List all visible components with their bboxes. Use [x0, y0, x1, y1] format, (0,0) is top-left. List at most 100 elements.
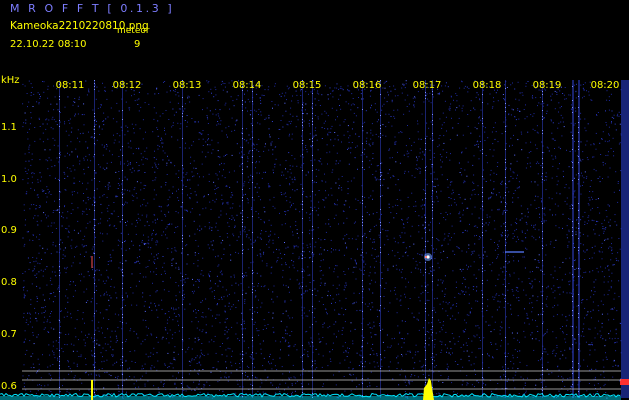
noise-pixel — [413, 243, 415, 245]
noise-pixel — [580, 112, 582, 114]
noise-pixel — [591, 219, 593, 221]
noise-pixel — [38, 238, 40, 240]
noise-pixel — [295, 221, 297, 223]
noise-pixel — [119, 262, 121, 264]
noise-pixel — [56, 103, 58, 105]
noise-pixel — [24, 153, 26, 155]
noise-pixel — [587, 159, 589, 161]
noise-pixel — [489, 216, 491, 218]
noise-pixel — [183, 279, 185, 281]
noise-pixel — [470, 265, 472, 267]
noise-pixel — [609, 246, 611, 248]
noise-pixel — [273, 285, 275, 287]
noise-pixel — [57, 109, 59, 111]
noise-pixel — [610, 259, 612, 261]
noise-pixel — [462, 268, 464, 270]
noise-pixel — [387, 91, 389, 93]
noise-pixel — [237, 300, 239, 302]
noise-pixel — [371, 104, 372, 106]
noise-pixel — [608, 333, 610, 335]
noise-pixel — [84, 235, 86, 237]
noise-pixel — [526, 314, 528, 316]
noise-pixel — [436, 195, 438, 197]
noise-pixel — [175, 250, 177, 252]
noise-pixel — [413, 106, 415, 108]
noise-pixel — [543, 179, 545, 181]
noise-pixel — [141, 83, 143, 85]
noise-pixel — [422, 369, 424, 371]
noise-pixel — [216, 124, 218, 126]
noise-pixel — [246, 166, 248, 168]
noise-pixel — [48, 119, 50, 121]
noise-pixel — [35, 312, 37, 314]
noise-pixel — [441, 290, 443, 292]
noise-pixel — [261, 177, 263, 179]
noise-pixel — [289, 165, 291, 167]
noise-pixel — [315, 104, 317, 106]
noise-pixel — [77, 156, 78, 158]
noise-pixel — [92, 364, 94, 366]
noise-pixel — [449, 159, 451, 161]
noise-pixel — [243, 185, 245, 187]
noise-pixel — [339, 124, 341, 126]
noise-pixel — [264, 211, 266, 213]
noise-pixel — [537, 267, 539, 269]
noise-pixel — [556, 91, 558, 93]
noise-pixel — [334, 87, 336, 89]
noise-pixel — [403, 338, 405, 340]
noise-pixel — [24, 338, 26, 340]
noise-pixel — [189, 365, 191, 366]
noise-pixel — [47, 225, 49, 227]
noise-pixel — [428, 100, 430, 102]
noise-pixel — [90, 256, 92, 258]
noise-pixel — [47, 366, 49, 368]
noise-pixel — [407, 125, 408, 126]
noise-pixel — [518, 238, 519, 240]
noise-pixel — [164, 81, 166, 82]
noise-pixel — [107, 261, 109, 262]
noise-pixel — [569, 280, 571, 282]
noise-pixel — [418, 138, 420, 140]
noise-pixel — [178, 372, 179, 374]
noise-pixel — [366, 132, 368, 134]
noise-pixel — [107, 277, 109, 279]
noise-pixel — [407, 94, 409, 96]
noise-pixel — [209, 288, 211, 290]
noise-pixel — [514, 349, 516, 351]
noise-pixel — [155, 112, 157, 114]
noise-pixel — [431, 164, 432, 166]
noise-pixel — [248, 150, 250, 152]
noise-pixel — [259, 97, 261, 99]
noise-pixel — [466, 86, 468, 88]
noise-pixel — [125, 322, 127, 324]
noise-pixel — [530, 181, 532, 183]
noise-pixel — [589, 344, 591, 346]
noise-pixel — [515, 286, 517, 288]
noise-pixel — [198, 373, 200, 375]
noise-pixel — [450, 153, 451, 155]
noise-pixel — [291, 384, 293, 386]
noise-pixel — [492, 106, 494, 108]
noise-pixel — [536, 161, 538, 163]
noise-pixel — [436, 197, 438, 199]
noise-pixel — [424, 346, 425, 348]
noise-pixel — [133, 189, 135, 191]
noise-pixel — [297, 102, 299, 104]
noise-pixel — [430, 271, 432, 272]
noise-pixel — [258, 330, 260, 332]
noise-pixel — [339, 300, 341, 302]
noise-pixel — [103, 124, 105, 126]
noise-pixel — [239, 231, 241, 233]
noise-pixel — [592, 156, 593, 158]
noise-pixel — [24, 243, 26, 245]
noise-pixel — [335, 182, 337, 184]
noise-pixel — [394, 88, 396, 90]
noise-pixel — [378, 234, 380, 236]
noise-pixel — [278, 237, 279, 239]
noise-pixel — [347, 85, 349, 87]
noise-pixel — [619, 142, 621, 144]
noise-pixel — [52, 241, 54, 243]
noise-pixel — [291, 259, 293, 261]
noise-pixel — [608, 134, 610, 136]
noise-pixel — [46, 248, 48, 250]
